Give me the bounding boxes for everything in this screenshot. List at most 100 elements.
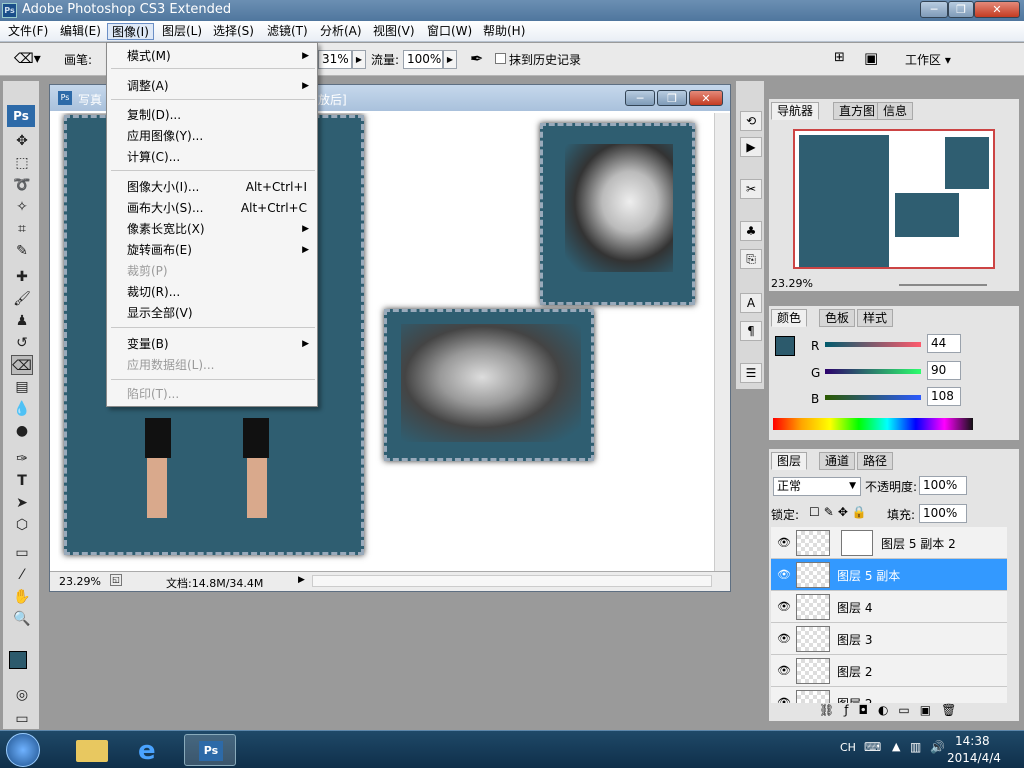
tab-swatches[interactable]: 色板 <box>819 309 856 327</box>
layer-comps-icon[interactable]: ☰ <box>740 363 762 383</box>
history-panel-icon[interactable]: ⟲ <box>740 111 762 131</box>
eye-icon[interactable]: 👁 <box>777 696 791 703</box>
opacity-dropdown-icon[interactable]: ▶ <box>352 50 366 69</box>
navigator-zoom-slider[interactable] <box>899 284 987 286</box>
status-arrow-icon[interactable]: ▶ <box>298 575 305 585</box>
tool-presets-icon[interactable]: ✂ <box>740 179 762 199</box>
quick-mask-icon[interactable]: ◎ <box>11 685 33 705</box>
menu-item-pixel-aspect[interactable]: 像素长宽比(X) <box>127 219 205 239</box>
color-spectrum-bar[interactable] <box>773 418 973 430</box>
horizontal-scrollbar[interactable] <box>312 575 712 587</box>
screen-mode-icon[interactable]: ▭ <box>11 709 33 729</box>
path-selection-tool-icon[interactable]: ➤ <box>11 493 33 513</box>
g-slider[interactable] <box>825 369 921 374</box>
doc-close-button[interactable]: ✕ <box>689 90 723 106</box>
menu-item-variables[interactable]: 变量(B) <box>127 334 169 354</box>
blur-tool-icon[interactable]: 💧 <box>11 399 33 419</box>
gradient-tool-icon[interactable]: ▤ <box>11 377 33 397</box>
shape-tool-icon[interactable]: ⬡ <box>11 515 33 535</box>
status-menu-icon[interactable]: ◱ <box>110 574 122 586</box>
paragraph-panel-icon[interactable]: ¶ <box>740 321 762 341</box>
color-fg-swatch[interactable] <box>775 336 795 356</box>
menu-item-trim[interactable]: 裁切(R)... <box>127 282 180 302</box>
menu-window[interactable]: 窗口(W) <box>423 23 476 40</box>
tab-channels[interactable]: 通道 <box>819 452 856 470</box>
minimize-button[interactable]: ─ <box>920 1 948 18</box>
start-button[interactable] <box>6 733 40 767</box>
show-hidden-icons-icon[interactable]: ▲ <box>892 740 900 753</box>
foreground-color-swatch[interactable] <box>9 651 27 669</box>
eye-icon[interactable]: 👁 <box>777 632 791 645</box>
language-indicator[interactable]: CH <box>840 741 856 754</box>
fill-input[interactable]: 100% <box>919 504 967 523</box>
menu-edit[interactable]: 编辑(E) <box>56 23 105 40</box>
eye-icon[interactable]: 👁 <box>777 664 791 677</box>
layer-row[interactable]: 👁 图层 2 <box>771 655 1007 687</box>
menu-analysis[interactable]: 分析(A) <box>316 23 366 40</box>
b-slider[interactable] <box>825 395 921 400</box>
clone-stamp-tool-icon[interactable]: ♟ <box>11 311 33 331</box>
clone-source-icon[interactable]: ⎘ <box>740 249 762 269</box>
healing-brush-tool-icon[interactable]: ✚ <box>11 267 33 287</box>
move-tool-icon[interactable]: ✥ <box>11 131 33 151</box>
eye-icon[interactable]: 👁 <box>777 600 791 613</box>
tab-paths[interactable]: 路径 <box>857 452 894 470</box>
eye-icon[interactable]: 👁 <box>777 568 791 581</box>
tab-info[interactable]: 信息 <box>877 102 914 120</box>
layer-row[interactable]: 👁 图层 3 <box>771 623 1007 655</box>
palette-well-icon[interactable]: ▣ <box>864 49 878 67</box>
network-icon[interactable]: ▥ <box>910 740 921 754</box>
layer-footer-icons[interactable]: ⛓ƒ◘◐▭▣🗑 <box>819 703 966 717</box>
r-slider[interactable] <box>825 342 921 347</box>
menu-view[interactable]: 视图(V) <box>369 23 419 40</box>
history-brush-tool-icon[interactable]: ↺ <box>11 333 33 353</box>
menu-file[interactable]: 文件(F) <box>4 23 52 40</box>
tab-layers[interactable]: 图层 <box>771 452 808 470</box>
photoshop-taskbar-icon[interactable]: Ps <box>184 734 236 766</box>
layer-opacity-input[interactable]: 100% <box>919 476 967 495</box>
menu-item-rotate-canvas[interactable]: 旋转画布(E) <box>127 240 192 260</box>
tab-color[interactable]: 颜色 <box>771 309 808 327</box>
clock-date[interactable]: 2014/4/4 <box>947 751 1001 765</box>
eyedropper-tool-icon[interactable]: ⁄ <box>11 565 33 585</box>
workspace-button[interactable]: 工作区 ▾ <box>905 51 951 68</box>
zoom-tool-icon[interactable]: 🔍 <box>11 609 33 629</box>
eraser-preset-icon[interactable]: ⌫▾ <box>14 51 41 67</box>
menu-item-adjust[interactable]: 调整(A) <box>127 76 169 96</box>
doc-zoom-label[interactable]: 23.29% <box>59 575 101 588</box>
clock-time[interactable]: 14:38 <box>955 734 990 748</box>
doc-minimize-button[interactable]: ─ <box>625 90 655 106</box>
close-button[interactable]: ✕ <box>974 1 1020 18</box>
b-input[interactable]: 108 <box>927 387 961 406</box>
actions-panel-icon[interactable]: ▶ <box>740 137 762 157</box>
crop-tool-icon[interactable]: ⌗ <box>11 219 33 239</box>
layer-row[interactable]: 👁 图层 4 <box>771 591 1007 623</box>
navigator-preview[interactable] <box>793 129 995 269</box>
slice-tool-icon[interactable]: ✎ <box>11 241 33 261</box>
maximize-button[interactable]: ❐ <box>948 1 974 18</box>
notes-tool-icon[interactable]: ▭ <box>11 543 33 563</box>
airbrush-icon[interactable]: ✒ <box>470 49 483 68</box>
explorer-taskbar-icon[interactable] <box>66 734 118 766</box>
blend-mode-select[interactable]: 正常 ▼ <box>773 477 861 496</box>
menu-filter[interactable]: 滤镜(T) <box>263 23 312 40</box>
g-input[interactable]: 90 <box>927 361 961 380</box>
layer-row-selected[interactable]: 👁 图层 5 副本 <box>771 559 1007 591</box>
dodge-tool-icon[interactable]: ● <box>11 421 33 441</box>
layer-row[interactable]: 👁 图层 5 副本 2 <box>771 527 1007 559</box>
menu-item-calculations[interactable]: 计算(C)... <box>127 147 180 167</box>
lasso-tool-icon[interactable]: ➰ <box>11 175 33 195</box>
menu-image[interactable]: 图像(I) <box>107 23 154 40</box>
erase-history-checkbox[interactable] <box>495 53 506 64</box>
type-tool-icon[interactable]: T <box>11 471 33 491</box>
bridge-icon[interactable]: ⊞ <box>834 50 845 65</box>
menu-item-canvas-size[interactable]: 画布大小(S)... <box>127 198 203 218</box>
lock-icons[interactable]: ☐✎✥🔒 <box>809 505 871 519</box>
magic-wand-tool-icon[interactable]: ✧ <box>11 197 33 217</box>
brush-tool-icon[interactable]: 🖌 <box>11 289 33 309</box>
keyboard-icon[interactable]: ⌨ <box>864 740 881 754</box>
menu-item-reveal-all[interactable]: 显示全部(V) <box>127 303 193 323</box>
menu-item-duplicate[interactable]: 复制(D)... <box>127 105 181 125</box>
menu-item-mode[interactable]: 模式(M) <box>127 46 171 66</box>
vertical-scrollbar[interactable] <box>714 113 730 571</box>
